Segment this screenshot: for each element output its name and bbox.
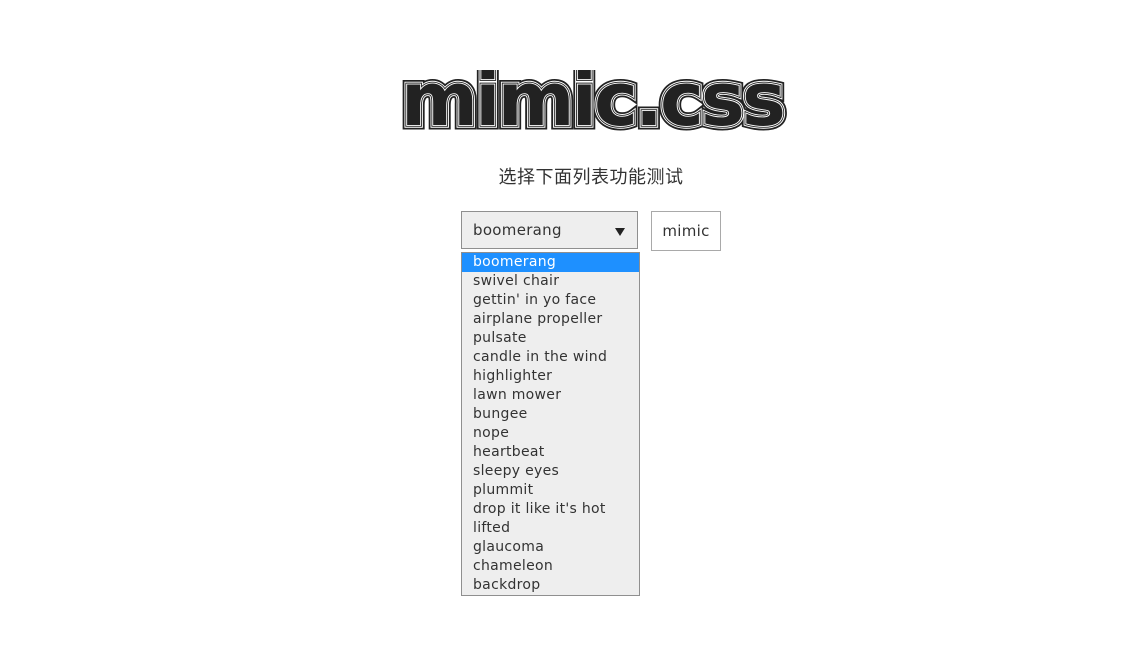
select-current-value: boomerang <box>473 221 562 239</box>
select-option[interactable]: nope <box>462 424 639 443</box>
mimic-button[interactable]: mimic <box>651 211 721 251</box>
logo-graphic: mimic.css mimic.css mimic.css mimic.css … <box>397 70 791 132</box>
logo-text-core: mimic.css <box>401 70 783 132</box>
select-option[interactable]: swivel chair <box>462 272 639 291</box>
logo: mimic.css mimic.css mimic.css mimic.css … <box>376 70 808 132</box>
page-subtitle: 选择下面列表功能测试 <box>498 167 684 188</box>
select-option[interactable]: boomerang <box>462 253 639 272</box>
select-option[interactable]: drop it like it's hot <box>462 500 639 519</box>
select-option[interactable]: gettin' in yo face <box>462 291 639 310</box>
select-option[interactable]: heartbeat <box>462 443 639 462</box>
select-option[interactable]: sleepy eyes <box>462 462 639 481</box>
select-option[interactable]: airplane propeller <box>462 310 639 329</box>
select-option[interactable]: candle in the wind <box>462 348 639 367</box>
animation-select[interactable]: boomerang <box>461 211 638 249</box>
select-option[interactable]: glaucoma <box>462 538 639 557</box>
select-option[interactable]: chameleon <box>462 557 639 576</box>
select-option[interactable]: lifted <box>462 519 639 538</box>
select-option[interactable]: bungee <box>462 405 639 424</box>
select-option[interactable]: plummit <box>462 481 639 500</box>
select-options-list: boomerang swivel chair gettin' in yo fac… <box>461 252 640 596</box>
select-option[interactable]: pulsate <box>462 329 639 348</box>
select-option[interactable]: highlighter <box>462 367 639 386</box>
caret-down-icon <box>615 228 625 236</box>
select-option[interactable]: lawn mower <box>462 386 639 405</box>
select-option[interactable]: backdrop <box>462 576 639 595</box>
